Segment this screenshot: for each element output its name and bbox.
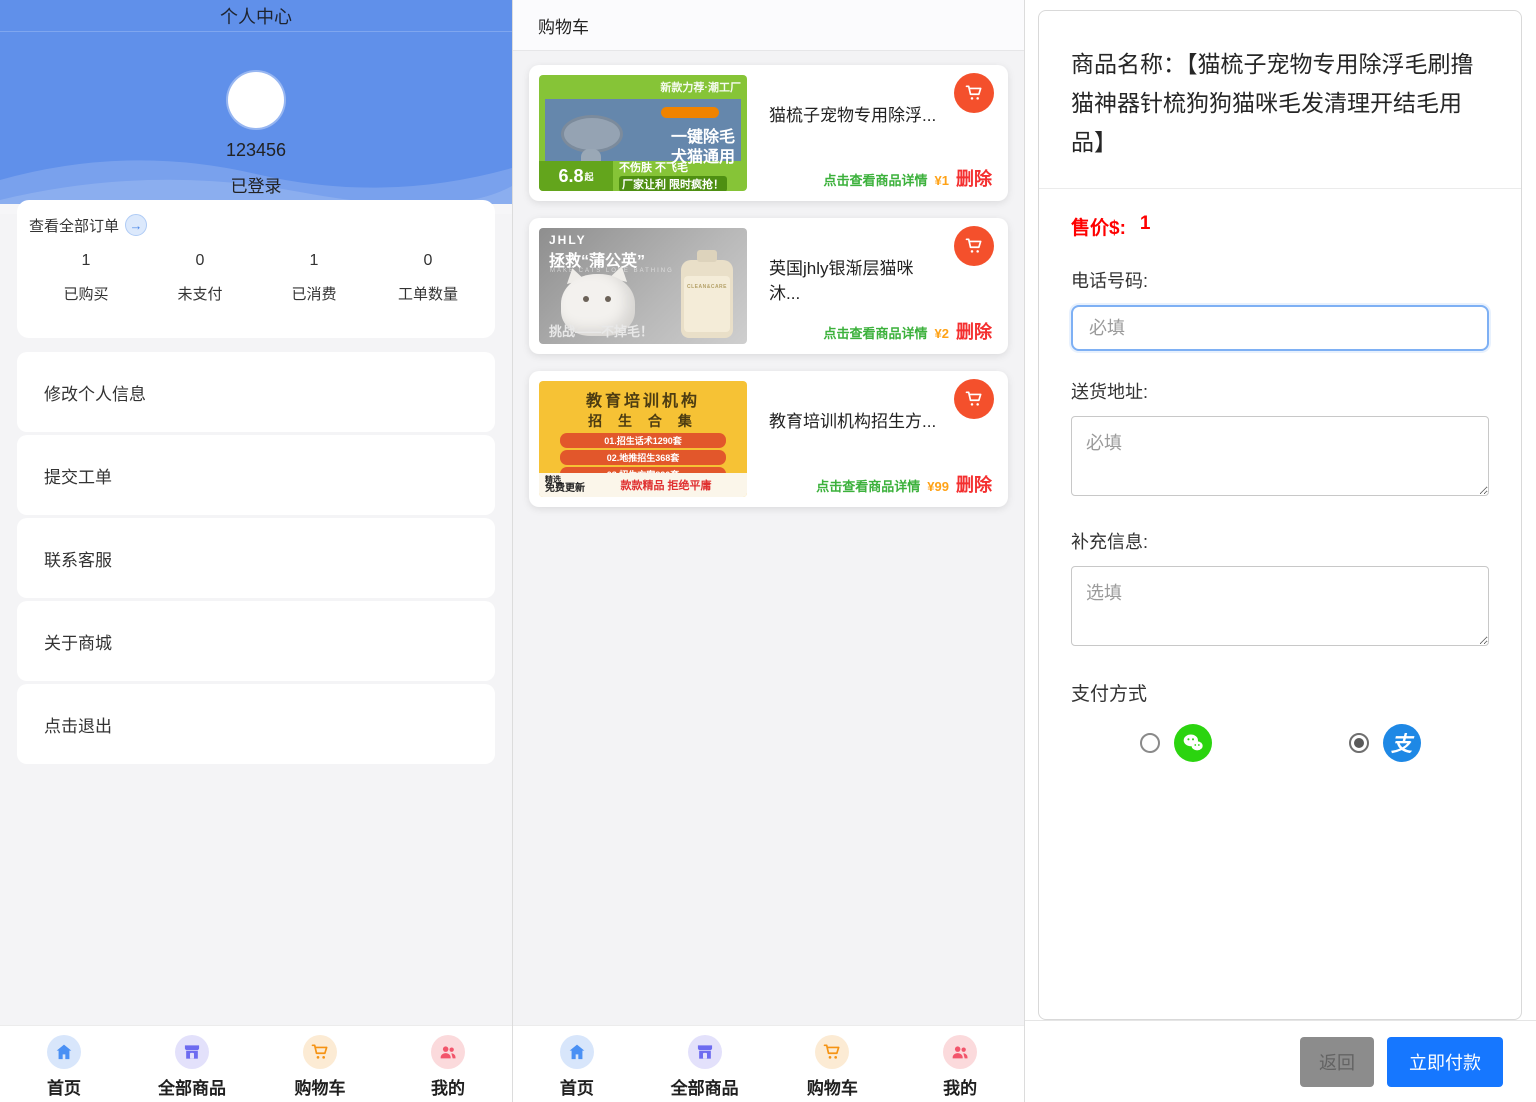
brush-head-shape bbox=[561, 115, 623, 153]
checkout-screen: 商品名称：【猫梳子宠物专用除浮毛刷撸猫神器针梳狗狗猫咪毛发清理开结毛用品】 售价… bbox=[1024, 0, 1536, 1102]
personal-center-screen: 个人中心 123456 已登录 查看全部订单 → 1 已购买 0 未支付 1 已… bbox=[0, 0, 512, 1102]
avatar[interactable] bbox=[228, 72, 284, 128]
user-group-icon bbox=[943, 1035, 977, 1069]
tab-home[interactable]: 首页 bbox=[513, 1026, 641, 1102]
shop-icon bbox=[175, 1035, 209, 1069]
pay-now-button[interactable]: 立即付款 bbox=[1387, 1037, 1503, 1087]
profile-hero: 123456 已登录 bbox=[0, 32, 512, 204]
back-button[interactable]: 返回 bbox=[1300, 1037, 1374, 1087]
view-detail-link[interactable]: 点击查看商品详情 bbox=[824, 170, 928, 189]
view-detail-link[interactable]: 点击查看商品详情 bbox=[824, 323, 928, 342]
tab-bar: 首页 全部商品 购物车 我的 bbox=[513, 1025, 1024, 1102]
payment-method-label: 支付方式 bbox=[1071, 679, 1489, 706]
checkout-form-card: 商品名称：【猫梳子宠物专用除浮毛刷撸猫神器针梳狗狗猫咪毛发清理开结毛用品】 售价… bbox=[1038, 10, 1522, 1020]
item-price: ¥99 bbox=[927, 479, 949, 494]
orange-pill-decoration bbox=[661, 107, 719, 118]
view-all-orders-label: 查看全部订单 bbox=[29, 215, 119, 236]
extra-info-input[interactable] bbox=[1071, 566, 1489, 646]
product-title: 英国jhly银渐层猫咪沐... bbox=[769, 254, 938, 304]
wechat-pay-option bbox=[1071, 724, 1280, 762]
profile-menu: 修改个人信息 提交工单 联系客服 关于商城 点击退出 bbox=[0, 352, 512, 764]
arrow-right-icon: → bbox=[125, 214, 147, 236]
cat-eye-shape bbox=[583, 296, 589, 302]
cart-page-title: 购物车 bbox=[513, 0, 1024, 51]
product-name: 商品名称：【猫梳子宠物专用除浮毛刷撸猫神器针梳狗狗猫咪毛发清理开结毛用品】 bbox=[1039, 39, 1521, 189]
phone-label: 电话号码: bbox=[1071, 267, 1489, 293]
brush-image-strip: 6.8起 不伤肤 不飞毛 厂家让利 限时疯抢！ bbox=[539, 161, 747, 191]
phone-input[interactable] bbox=[1071, 305, 1489, 351]
view-detail-link[interactable]: 点击查看商品详情 bbox=[816, 476, 920, 495]
cart-badge-icon[interactable] bbox=[954, 73, 994, 113]
menu-item-edit-profile[interactable]: 修改个人信息 bbox=[17, 352, 495, 432]
alipay-pay-option: 支 bbox=[1280, 724, 1489, 762]
cart-badge-icon[interactable] bbox=[954, 226, 994, 266]
alipay-radio[interactable] bbox=[1349, 733, 1369, 753]
checkout-footer: 返回 立即付款 bbox=[1025, 1020, 1536, 1102]
stat-purchased: 1 已购买 bbox=[29, 252, 143, 304]
login-status: 已登录 bbox=[0, 172, 512, 197]
address-label: 送货地址: bbox=[1071, 378, 1489, 404]
home-icon bbox=[560, 1035, 594, 1069]
tab-bar: 首页 全部商品 购物车 我的 bbox=[0, 1025, 512, 1102]
cart-list: 新款力荐·潮工厂 一键除毛 犬猫通用 6.8起 不伤肤 不飞毛 厂家让利 限时疯… bbox=[513, 51, 1024, 521]
cart-badge-icon[interactable] bbox=[954, 379, 994, 419]
stat-consumed: 1 已消费 bbox=[257, 252, 371, 304]
username: 123456 bbox=[0, 140, 512, 161]
orders-stats-card: 查看全部订单 → 1 已购买 0 未支付 1 已消费 0 工单数量 bbox=[17, 200, 495, 338]
menu-item-contact-support[interactable]: 联系客服 bbox=[17, 518, 495, 598]
cart-icon bbox=[303, 1035, 337, 1069]
tab-cart[interactable]: 购物车 bbox=[256, 1026, 384, 1102]
tab-all-products[interactable]: 全部商品 bbox=[641, 1026, 769, 1102]
home-icon bbox=[47, 1035, 81, 1069]
stat-unpaid: 0 未支付 bbox=[143, 252, 257, 304]
view-all-orders-link[interactable]: 查看全部订单 → bbox=[29, 214, 485, 236]
user-group-icon bbox=[431, 1035, 465, 1069]
menu-item-about-mall[interactable]: 关于商城 bbox=[17, 601, 495, 681]
product-title: 猫梳子宠物专用除浮... bbox=[769, 101, 938, 126]
stats-row: 1 已购买 0 未支付 1 已消费 0 工单数量 bbox=[29, 252, 485, 304]
product-image-education[interactable]: 教育培训机构 招 生 合 集 01.招生话术1290套 02.地推招生368套 … bbox=[539, 381, 747, 497]
cart-item-shampoo: JHLY 拯救“蒲公英” MAKE CATS LOVE BATHING CLEA… bbox=[529, 218, 1008, 354]
product-title: 教育培训机构招生方... bbox=[769, 407, 938, 432]
stat-tickets: 0 工单数量 bbox=[371, 252, 485, 304]
delete-button[interactable]: 删除 bbox=[956, 471, 992, 497]
sale-price: 售价$: 1 bbox=[1071, 213, 1489, 240]
shop-icon bbox=[688, 1035, 722, 1069]
tab-home[interactable]: 首页 bbox=[0, 1026, 128, 1102]
product-image-cat[interactable]: JHLY 拯救“蒲公英” MAKE CATS LOVE BATHING CLEA… bbox=[539, 228, 747, 344]
cart-screen: 购物车 新款力荐·潮工厂 一键除毛 犬猫通用 6.8起 不伤肤 不飞毛 厂家让利… bbox=[512, 0, 1024, 1102]
item-price: ¥1 bbox=[935, 173, 949, 188]
menu-item-logout[interactable]: 点击退出 bbox=[17, 684, 495, 764]
cat-eye-shape bbox=[605, 296, 611, 302]
extra-info-label: 补充信息: bbox=[1071, 528, 1489, 554]
tab-all-products[interactable]: 全部商品 bbox=[128, 1026, 256, 1102]
product-image-brush[interactable]: 新款力荐·潮工厂 一键除毛 犬猫通用 6.8起 不伤肤 不飞毛 厂家让利 限时疯… bbox=[539, 75, 747, 191]
payment-options: 支 bbox=[1071, 724, 1489, 762]
wechat-icon[interactable] bbox=[1174, 724, 1212, 762]
address-input[interactable] bbox=[1071, 416, 1489, 496]
wechat-radio[interactable] bbox=[1140, 733, 1160, 753]
tab-mine[interactable]: 我的 bbox=[896, 1026, 1024, 1102]
item-price: ¥2 bbox=[935, 326, 949, 341]
cart-icon bbox=[815, 1035, 849, 1069]
cart-item-education: 教育培训机构 招 生 合 集 01.招生话术1290套 02.地推招生368套 … bbox=[529, 371, 1008, 507]
delete-button[interactable]: 删除 bbox=[956, 165, 992, 191]
alipay-icon[interactable]: 支 bbox=[1383, 724, 1421, 762]
tab-mine[interactable]: 我的 bbox=[384, 1026, 512, 1102]
menu-item-submit-ticket[interactable]: 提交工单 bbox=[17, 435, 495, 515]
cart-item-brush: 新款力荐·潮工厂 一键除毛 犬猫通用 6.8起 不伤肤 不飞毛 厂家让利 限时疯… bbox=[529, 65, 1008, 201]
page-title: 个人中心 bbox=[0, 0, 512, 32]
tab-cart[interactable]: 购物车 bbox=[769, 1026, 897, 1102]
bottle-shape: CLEAN&CARE bbox=[681, 260, 733, 338]
delete-button[interactable]: 删除 bbox=[956, 318, 992, 344]
